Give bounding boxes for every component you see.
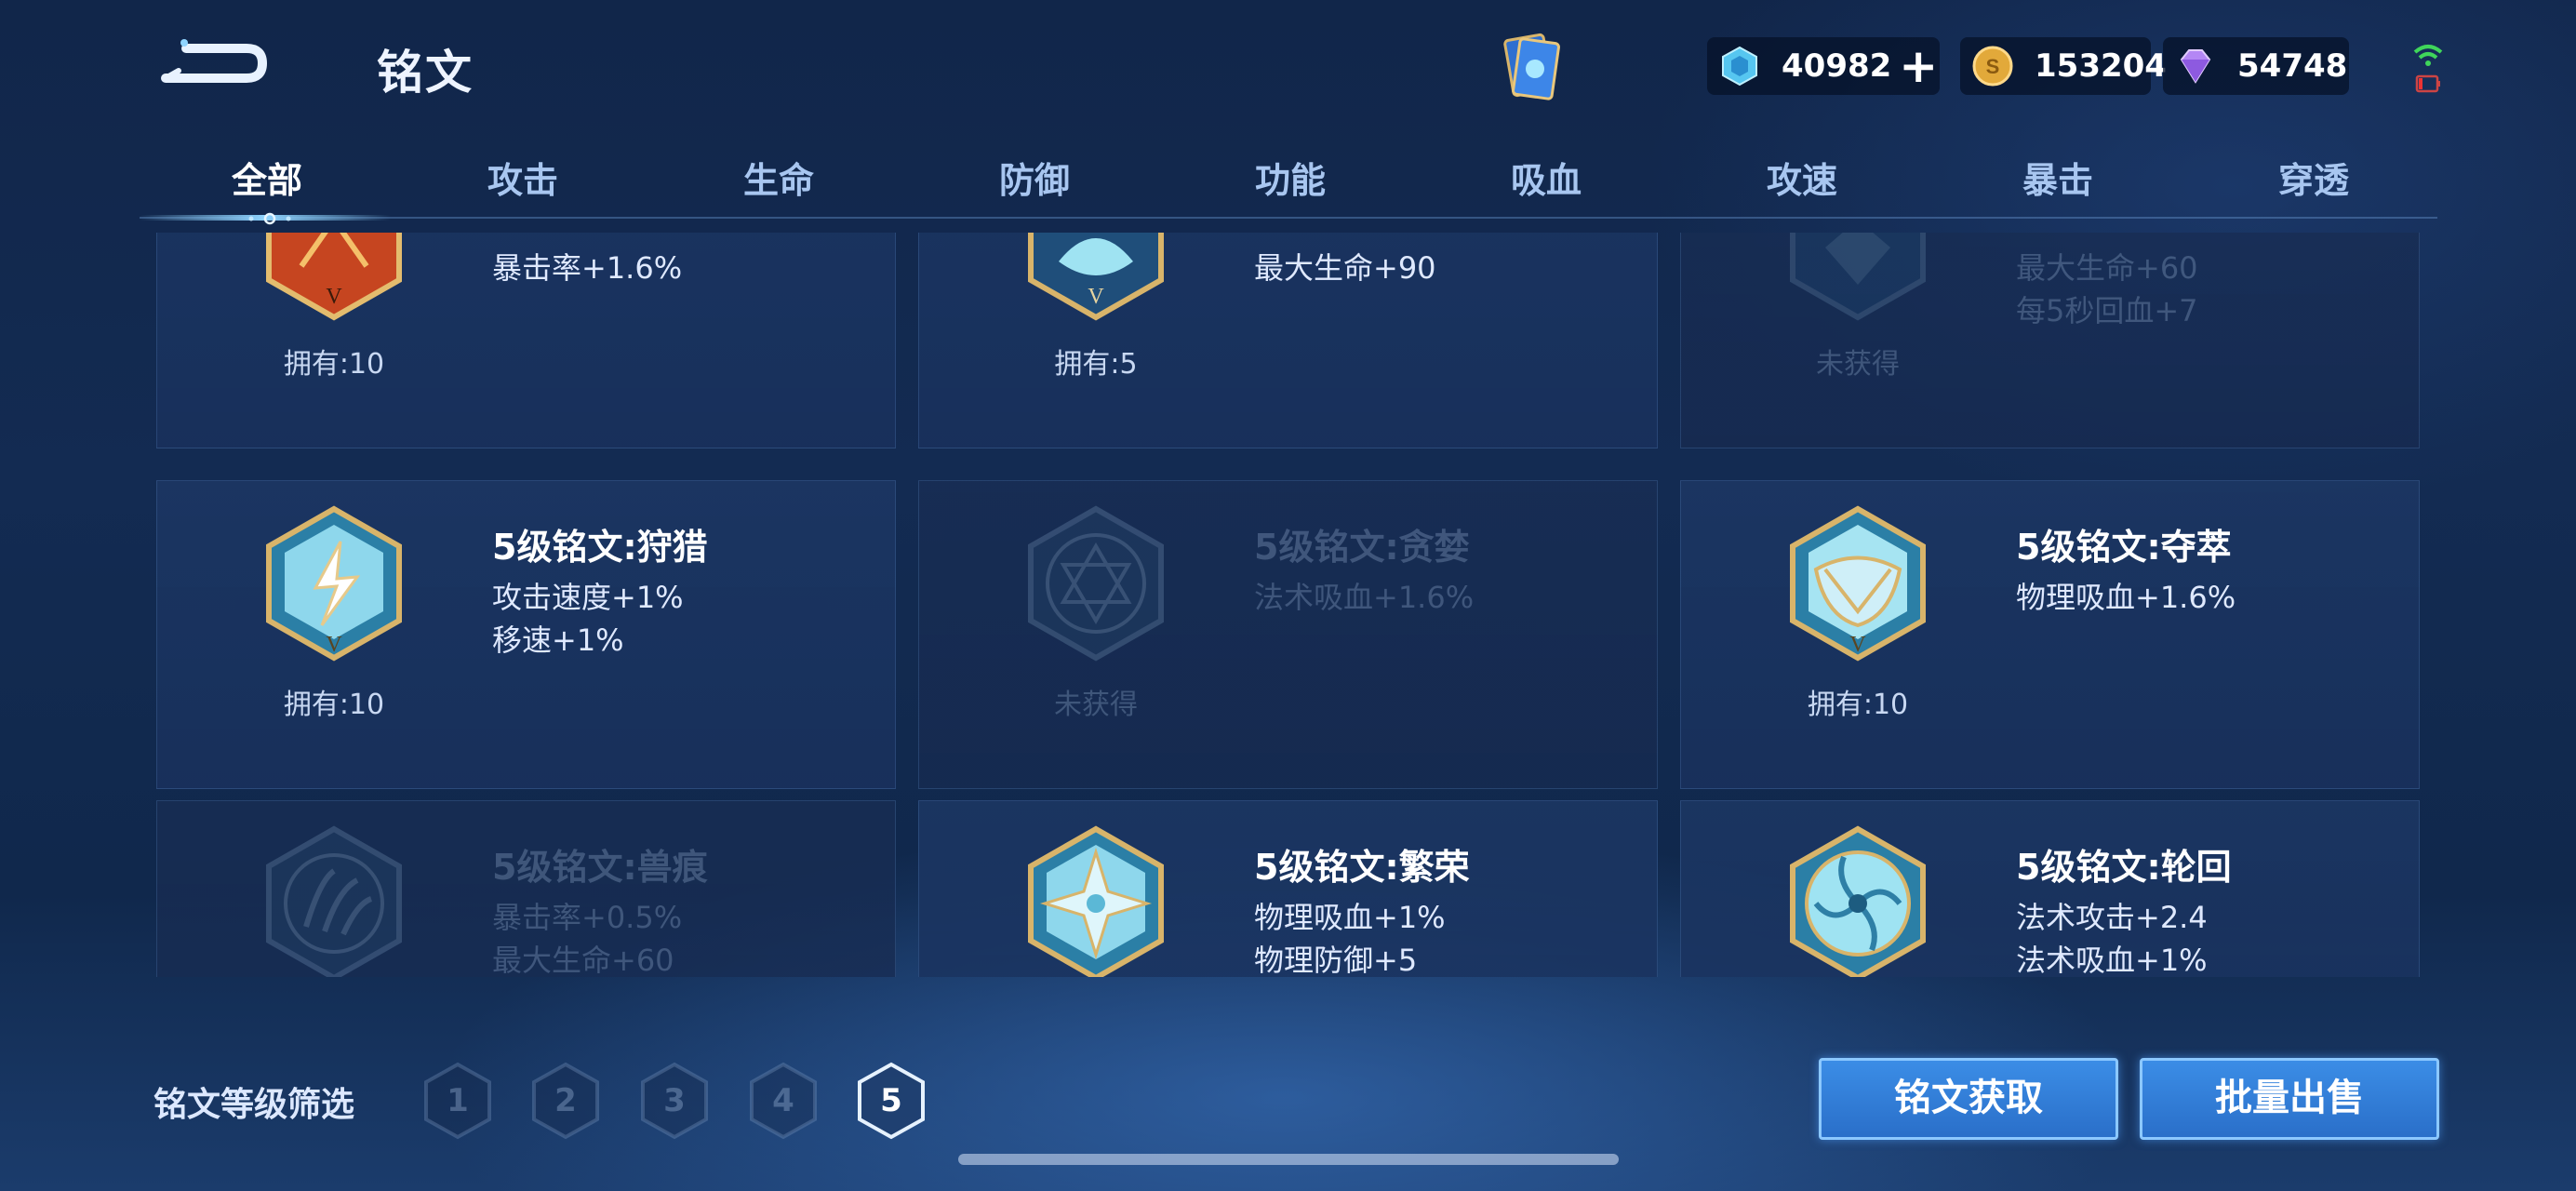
level-filter-number: 3 [663, 1082, 686, 1119]
rune-name: 5级铭文:繁荣 [1254, 847, 1470, 888]
rune-card[interactable]: 5级铭文:贪婪 法术吸血+1.6% 未获得 [918, 480, 1658, 789]
rune-stat: 攻击速度+1% [492, 580, 684, 615]
rune-stat: 法术吸血+1.6% [1254, 580, 1475, 615]
level-filter-3[interactable]: 3 [637, 1061, 712, 1141]
owned-count: 拥有:10 [283, 348, 385, 381]
svg-text:V: V [326, 633, 342, 657]
owned-count: 拥有:5 [1054, 348, 1138, 381]
battery-icon [2415, 74, 2440, 93]
purple-diamond-icon [2180, 49, 2211, 84]
lightning-rune-icon: V [266, 505, 402, 662]
tab-defense[interactable]: 防御 [941, 152, 1128, 203]
owned-status: 未获得 [1816, 348, 1900, 381]
svg-text:V: V [326, 285, 342, 309]
tab-utility[interactable]: 功能 [1197, 152, 1383, 203]
rune-stat: 最大生命+60 [492, 943, 674, 977]
level-filter-5[interactable]: 5 [854, 1061, 928, 1141]
level-filter-1[interactable]: 1 [420, 1061, 495, 1141]
rune-card[interactable]: V 5级铭文:夺萃 物理吸血+1.6% 拥有:10 [1680, 480, 2420, 789]
rune-card[interactable]: 5级铭文:繁荣 物理吸血+1% 物理防御+5 [918, 800, 1658, 977]
blue-gem-icon [1722, 46, 1757, 87]
rune-stat: 暴击率+1.6% [492, 250, 683, 286]
rune-name: 5级铭文:兽痕 [492, 847, 708, 888]
level-filter-number: 4 [772, 1082, 794, 1119]
rune-stat: 最大生命+60 [2016, 250, 2198, 286]
owned-status: 未获得 [1054, 689, 1138, 721]
star-rune-icon [1028, 825, 1164, 977]
tab-life[interactable]: 生命 [686, 152, 872, 203]
gem-amount: 40982 [1782, 47, 1892, 85]
tab-attack[interactable]: 攻击 [430, 152, 616, 203]
rune-card[interactable]: 5级铭文:轮回 法术攻击+2.4 法术吸血+1% [1680, 800, 2420, 977]
red-crit-rune-icon: V [266, 233, 402, 321]
rune-card[interactable]: 5级铭文:兽痕 暴击率+0.5% 最大生命+60 [156, 800, 896, 977]
rune-name: 5级铭文:轮回 [2016, 847, 2232, 888]
gold-currency: S 153204 [1960, 37, 2167, 95]
obtain-rune-button[interactable]: 铭文获取 [1819, 1058, 2118, 1140]
svg-text:V: V [1849, 633, 1866, 657]
rune-stat: 物理吸血+1.6% [2016, 580, 2236, 615]
tab-indicator-dots [248, 212, 291, 225]
tab-lifesteal[interactable]: 吸血 [1453, 152, 1639, 203]
rune-stat: 每5秒回血+7 [2016, 293, 2198, 328]
rune-stat: 物理防御+5 [1254, 943, 1418, 977]
rune-stat: 法术攻击+2.4 [2016, 900, 2208, 935]
add-gem-button[interactable]: + [1899, 43, 1938, 89]
page-title: 铭文 [377, 46, 474, 100]
rune-name: 5级铭文:夺萃 [2016, 527, 2232, 568]
rune-stat: 移速+1% [492, 622, 624, 658]
rune-name: 5级铭文:狩猎 [492, 527, 708, 568]
owned-count: 拥有:10 [283, 689, 385, 721]
hexagram-rune-icon [1028, 505, 1164, 662]
owned-count: 拥有:10 [1807, 689, 1909, 721]
swirl-rune-icon [1790, 825, 1926, 977]
home-indicator[interactable] [958, 1154, 1619, 1165]
gem-currency: 40982 + [1707, 37, 1940, 95]
rune-grid[interactable]: V 暴击率+1.6% 拥有:10 V 最大生命+90 拥有:5 最大生命+60 … [140, 233, 2437, 977]
rune-stat: 法术吸血+1% [2016, 943, 2208, 977]
category-tabs: 全部 攻击 生命 防御 功能 吸血 攻速 暴击 穿透 [140, 135, 2437, 225]
tab-crit[interactable]: 暴击 [1965, 152, 2151, 203]
claw-rune-icon [266, 825, 402, 977]
rune-card[interactable]: 最大生命+60 每5秒回血+7 未获得 [1680, 233, 2420, 448]
blue-regen-rune-icon [1790, 233, 1926, 321]
level-filter-number: 5 [880, 1082, 902, 1119]
blue-life-rune-icon: V [1028, 233, 1164, 321]
back-arrow-icon [161, 39, 268, 83]
level-filter-label: 铭文等级筛选 [153, 1086, 355, 1124]
level-filter-number: 1 [447, 1082, 469, 1119]
level-filter-2[interactable]: 2 [528, 1061, 603, 1141]
rune-stat: 物理吸血+1% [1254, 900, 1446, 935]
level-filter-4[interactable]: 4 [746, 1061, 821, 1141]
rune-card[interactable]: V 5级铭文:狩猎 攻击速度+1% 移速+1% 拥有:10 [156, 480, 896, 789]
rune-name: 5级铭文:贪婪 [1254, 527, 1470, 568]
tab-attack-speed[interactable]: 攻速 [1709, 152, 1895, 203]
svg-text:S: S [1986, 55, 2000, 78]
gold-amount: 153204 [2035, 47, 2167, 85]
tab-penetration[interactable]: 穿透 [2221, 152, 2407, 203]
rune-stat: 最大生命+90 [1254, 250, 1436, 286]
wifi-icon [2413, 45, 2443, 66]
rune-card[interactable]: V 暴击率+1.6% 拥有:10 [156, 233, 896, 448]
rune-card[interactable]: V 最大生命+90 拥有:5 [918, 233, 1658, 448]
diamond-amount: 54748 [2237, 47, 2348, 85]
tab-all[interactable]: 全部 [174, 152, 360, 203]
diamond-currency: 54748 [2163, 37, 2349, 95]
bulk-sell-button[interactable]: 批量出售 [2140, 1058, 2439, 1140]
svg-text:V: V [1088, 285, 1104, 309]
rune-stat: 暴击率+0.5% [492, 900, 683, 935]
gold-coin-icon: S [1972, 46, 2013, 87]
status-indicator [2409, 37, 2447, 99]
level-filter-number: 2 [554, 1082, 577, 1119]
back-button[interactable] [158, 30, 279, 95]
shield-rune-icon: V [1790, 505, 1926, 662]
card-pack-icon[interactable] [1488, 28, 1572, 112]
